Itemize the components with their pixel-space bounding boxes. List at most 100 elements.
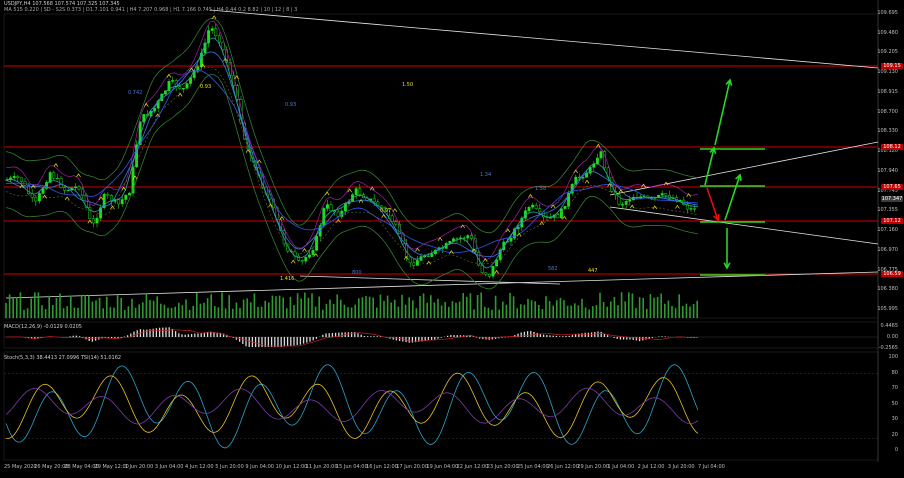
stoch-axis-label: 0 — [894, 447, 898, 453]
candle-body — [394, 221, 398, 225]
candle-body — [495, 259, 499, 267]
candle-body — [599, 151, 603, 159]
candle-body — [628, 199, 632, 202]
candle-body — [430, 253, 434, 257]
signal-marker — [324, 191, 330, 196]
ma-teal — [5, 37, 698, 269]
stoch-axis-label: 100 — [888, 354, 898, 360]
candle-body — [91, 218, 95, 224]
time-label: 4 Jun 12:00 — [185, 464, 214, 470]
candle-body — [217, 35, 221, 43]
candle-body — [214, 28, 218, 37]
price-label: 106.970 — [877, 246, 898, 253]
price-tag: 109.15 — [881, 63, 903, 69]
tsi-line — [5, 387, 699, 425]
candle-body — [426, 255, 430, 258]
signal-marker — [257, 159, 262, 164]
time-label: 11 Jun 20:00 — [305, 464, 338, 470]
time-label: 1 Jul 04:00 — [607, 464, 635, 470]
trend-line — [209, 9, 879, 69]
time-label: 5 Jun 20:00 — [215, 464, 244, 470]
signal-marker — [426, 260, 432, 265]
candle-body — [181, 88, 185, 90]
candle-body — [12, 176, 16, 179]
time-label: 15 Jun 04:00 — [335, 464, 368, 470]
time-label: 10 Jun 12:00 — [275, 464, 308, 470]
time-label: 7 Jul 04:00 — [698, 464, 725, 470]
time-label: 17 Jun 20:00 — [396, 464, 429, 470]
signal-marker — [675, 204, 680, 209]
price-label: 108.330 — [877, 128, 898, 135]
stoch-axis-label: 30 — [891, 416, 898, 422]
price-label: 109.205 — [877, 49, 898, 56]
candle-body — [142, 114, 146, 123]
price-label: 108.915 — [877, 88, 898, 95]
candle-body — [30, 193, 34, 198]
time-label: 26 Jun 12:00 — [547, 464, 579, 470]
price-label: 109.130 — [877, 69, 898, 76]
candle-body — [595, 157, 599, 165]
annotation-label: 0.742 — [128, 90, 143, 96]
signal-marker — [652, 205, 658, 210]
price-label: 107.940 — [877, 167, 898, 174]
macd-axis-label: -0.2565 — [878, 345, 898, 351]
time-label: 28 May 04:00 — [64, 464, 99, 470]
price-label: 109.480 — [877, 29, 898, 36]
candle-body — [106, 193, 110, 196]
signal-marker — [573, 169, 578, 174]
signal-marker — [562, 215, 567, 220]
signal-marker — [290, 259, 296, 264]
candle-body — [297, 255, 301, 261]
signal-marker — [166, 73, 172, 78]
time-label: 25 May 2020 — [4, 464, 37, 470]
candle-body — [538, 208, 542, 213]
candle-body — [664, 193, 668, 196]
time-label: 29 Jun 20:00 — [577, 464, 610, 470]
candle-body — [354, 188, 358, 195]
signal-marker — [381, 214, 386, 218]
price-chart-canvas[interactable] — [0, 0, 904, 478]
main-pane-border — [3, 13, 879, 319]
candle-body — [415, 260, 419, 266]
candle-body — [534, 204, 538, 209]
time-label: 3 Jul 20:00 — [667, 464, 695, 470]
candle-body — [117, 199, 121, 205]
candle-body — [556, 214, 560, 219]
candle-body — [693, 208, 697, 210]
candle-body — [304, 256, 308, 262]
candle-body — [221, 41, 225, 50]
candle-body — [660, 193, 664, 196]
annotation-label: 1.50 — [402, 82, 414, 88]
price-label: 108.700 — [877, 108, 898, 115]
time-label: 25 Jun 04:00 — [516, 464, 549, 470]
candle-body — [462, 237, 466, 239]
candle-body — [689, 208, 693, 210]
signal-marker — [392, 208, 398, 213]
time-label: 1 Jun 20:00 — [124, 464, 154, 470]
candle-body — [322, 208, 326, 226]
annotation-label: 1.58 — [535, 186, 547, 192]
annotation-label: 0.93 — [200, 84, 212, 90]
macd-axis-label: 0.4465 — [880, 323, 899, 329]
projection-arrow — [706, 187, 719, 221]
candle-body — [73, 186, 77, 189]
annotation-label: 1.416 — [280, 276, 295, 282]
annotation-label: 582 — [548, 266, 558, 272]
candle-body — [527, 206, 531, 211]
candle-body — [124, 194, 128, 200]
candle-body — [171, 80, 175, 82]
stoch-label: Stoch(5,3,3) 38.4413 27.0996 TSI(14) 51.… — [4, 355, 122, 361]
candle-body — [408, 256, 412, 264]
chart-window[interactable]: USDJPY,H4 107.568 107.574 107.325 107.34… — [0, 0, 904, 478]
candle-body — [81, 188, 85, 196]
candle-body — [19, 177, 23, 182]
signal-marker — [516, 232, 522, 237]
candle-body — [63, 187, 67, 191]
signal-marker — [618, 189, 624, 193]
signal-marker — [584, 179, 590, 184]
candle-body — [16, 176, 20, 179]
stoch-main-line — [5, 364, 699, 449]
signal-marker — [121, 186, 126, 191]
candle-body — [300, 260, 304, 262]
time-label: 2 Jul 12:00 — [637, 464, 665, 470]
